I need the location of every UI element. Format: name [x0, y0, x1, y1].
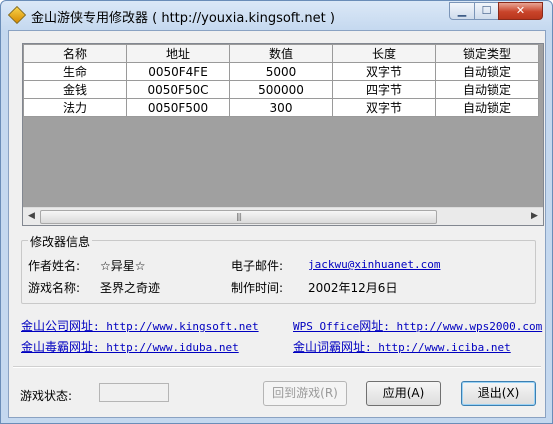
table-row[interactable]: 金钱 0050F50C 500000 四字节 自动锁定: [23, 80, 539, 99]
duba-link-url: : http://www.iduba.net: [93, 341, 239, 354]
game-status-label: 游戏状态:: [20, 389, 73, 403]
cell-address[interactable]: 0050F500: [126, 98, 230, 117]
email-label: 电子邮件:: [231, 259, 284, 273]
kingsoft-link-label: 金山公司网址: [21, 319, 94, 333]
game-value: 圣界之奇迹: [100, 281, 161, 295]
cell-address[interactable]: 0050F50C: [126, 80, 230, 99]
wps-link-url: : http://www.wps2000.com: [383, 320, 543, 333]
column-header-length[interactable]: 长度: [332, 44, 436, 63]
exit-button[interactable]: 退出(X): [461, 381, 536, 406]
table-row[interactable]: 法力 0050F500 300 双字节 自动锁定: [23, 98, 539, 117]
date-value: 2002年12月6日: [308, 281, 398, 295]
cell-length[interactable]: 双字节: [332, 98, 436, 117]
cell-value[interactable]: 500000: [229, 80, 333, 99]
cell-lock-type[interactable]: 自动锁定: [435, 62, 539, 81]
scroll-right-icon[interactable]: ▶: [526, 208, 543, 225]
wps-link-label-a: WPS Office: [293, 320, 360, 333]
cell-length[interactable]: 双字节: [332, 62, 436, 81]
cell-value[interactable]: 5000: [229, 62, 333, 81]
iciba-link[interactable]: 金山词霸网址: http://www.iciba.net: [293, 338, 511, 355]
iciba-link-label: 金山词霸网址: [293, 340, 366, 354]
title-bar[interactable]: 金山游侠专用修改器 ( http://youxia.kingsoft.net )…: [1, 1, 552, 29]
game-label: 游戏名称:: [28, 281, 81, 295]
author-value: ☆异星☆: [100, 259, 146, 273]
cell-name[interactable]: 金钱: [23, 80, 127, 99]
cell-value[interactable]: 300: [229, 98, 333, 117]
kingsoft-link-url: : http://www.kingsoft.net: [93, 320, 259, 333]
minimize-button[interactable]: ▁: [449, 2, 475, 20]
cell-lock-type[interactable]: 自动锁定: [435, 80, 539, 99]
author-label: 作者姓名:: [28, 259, 81, 273]
apply-button[interactable]: 应用(A): [366, 381, 441, 406]
scroll-left-icon[interactable]: ◀: [23, 208, 40, 225]
iciba-link-url: : http://www.iciba.net: [365, 341, 511, 354]
date-label: 制作时间:: [231, 281, 284, 295]
column-header-name[interactable]: 名称: [23, 44, 127, 63]
column-header-address[interactable]: 地址: [126, 44, 230, 63]
cell-length[interactable]: 四字节: [332, 80, 436, 99]
cell-lock-type[interactable]: 自动锁定: [435, 98, 539, 117]
app-icon: [7, 5, 27, 25]
main-window: 金山游侠专用修改器 ( http://youxia.kingsoft.net )…: [0, 0, 553, 424]
duba-link-label: 金山毒霸网址: [21, 340, 94, 354]
duba-link[interactable]: 金山毒霸网址: http://www.iduba.net: [21, 338, 239, 355]
info-legend: 修改器信息: [28, 233, 93, 250]
cheat-table: 名称 地址 数值 长度 锁定类型 生命 0050F4FE 5000 双字节 自动…: [23, 44, 539, 117]
horizontal-scrollbar[interactable]: ◀ ||| ▶: [23, 207, 543, 225]
window-title: 金山游侠专用修改器 ( http://youxia.kingsoft.net ): [31, 11, 335, 26]
kingsoft-link[interactable]: 金山公司网址: http://www.kingsoft.net: [21, 317, 259, 334]
maximize-button[interactable]: ☐: [474, 2, 499, 20]
column-header-value[interactable]: 数值: [229, 44, 333, 63]
cell-name[interactable]: 生命: [23, 62, 127, 81]
scrollbar-thumb[interactable]: |||: [40, 210, 437, 224]
close-button[interactable]: ✕: [498, 2, 543, 20]
cell-name[interactable]: 法力: [23, 98, 127, 117]
table-header-row: 名称 地址 数值 长度 锁定类型: [23, 44, 539, 63]
wps-link[interactable]: WPS Office网址: http://www.wps2000.com: [293, 317, 542, 334]
back-to-game-button[interactable]: 回到游戏(R): [263, 381, 347, 406]
game-status-field: [99, 383, 169, 402]
client-area: 名称 地址 数值 长度 锁定类型 生命 0050F4FE 5000 双字节 自动…: [8, 30, 546, 418]
email-link[interactable]: jackwu@xinhuanet.com: [308, 258, 440, 271]
cell-address[interactable]: 0050F4FE: [126, 62, 230, 81]
table-row[interactable]: 生命 0050F4FE 5000 双字节 自动锁定: [23, 62, 539, 81]
column-header-lock-type[interactable]: 锁定类型: [435, 44, 539, 63]
separator: [13, 366, 541, 368]
wps-link-label-b: 网址: [359, 319, 384, 333]
cheat-grid[interactable]: 名称 地址 数值 长度 锁定类型 生命 0050F4FE 5000 双字节 自动…: [22, 43, 544, 226]
info-groupbox: 修改器信息 作者姓名: ☆异星☆ 电子邮件: jackwu@xinhuanet.…: [21, 233, 536, 304]
